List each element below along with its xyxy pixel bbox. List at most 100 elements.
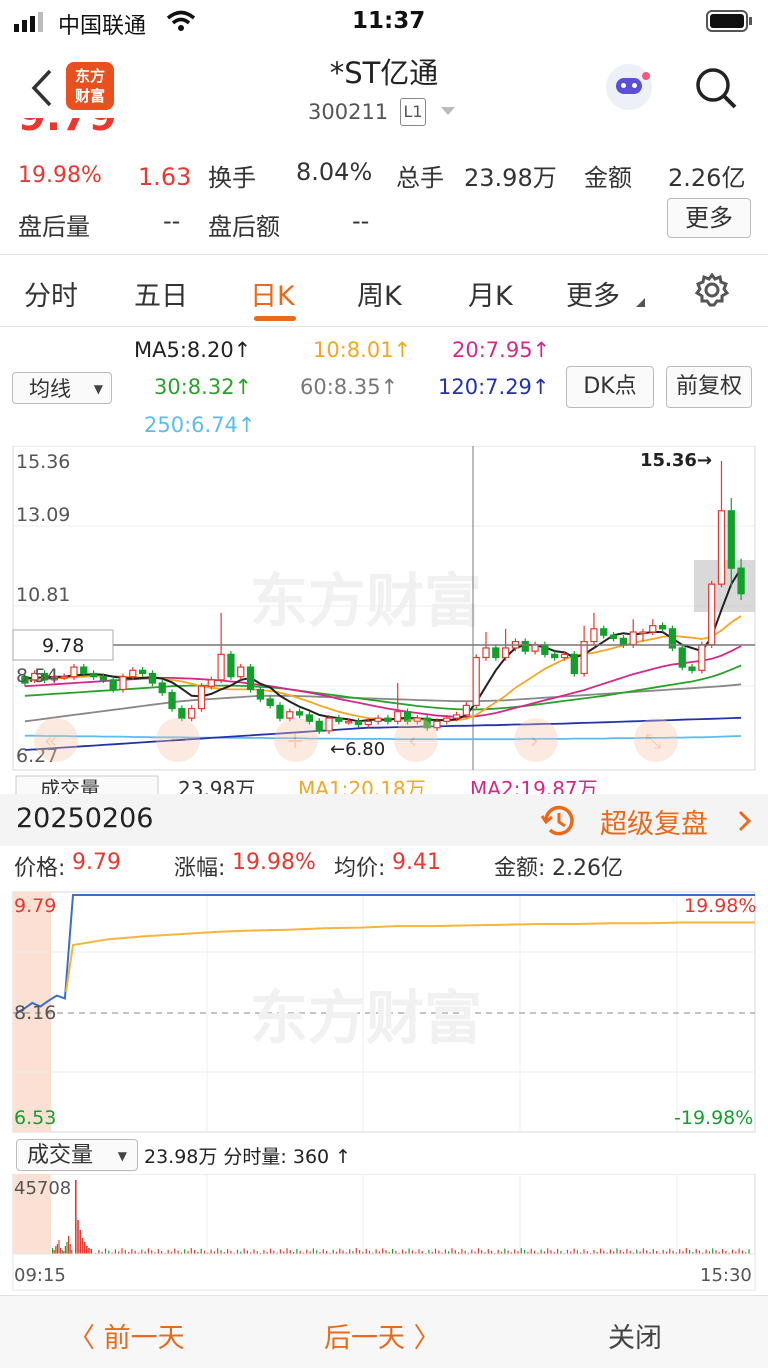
- turnover-label: 换手: [208, 164, 256, 192]
- tab-monthly-k[interactable]: 月K: [468, 274, 513, 313]
- volume-bar: [55, 1246, 57, 1254]
- candle: [384, 717, 392, 722]
- volume-bar: [114, 1249, 116, 1254]
- volume-bar: [332, 1249, 334, 1254]
- candle: [129, 669, 137, 678]
- volume-bar: [504, 1248, 506, 1254]
- detail-avg: 9.41: [392, 850, 441, 875]
- tab-intraday[interactable]: 分时: [24, 274, 78, 313]
- candle: [443, 717, 451, 722]
- intraday-mid-price: 8.16: [14, 1002, 56, 1024]
- wifi-icon: [166, 10, 196, 31]
- volume-bar: [66, 1242, 68, 1254]
- search-icon[interactable]: [694, 66, 738, 110]
- volume-bar: [104, 1248, 107, 1254]
- volume-bar: [487, 1249, 489, 1254]
- kline-chart[interactable]: 东方财富 9.78 15.36 13.09 10.81 8.54 6.27 15…: [0, 446, 768, 798]
- dk-point-button[interactable]: DK点: [566, 366, 654, 408]
- adjust-button[interactable]: 前复权: [666, 366, 752, 408]
- settings-gear-icon[interactable]: [694, 272, 730, 308]
- after-volume-value: --: [163, 207, 181, 235]
- volume-bar: [359, 1250, 361, 1254]
- chevron-right-icon[interactable]: [738, 810, 752, 832]
- more-corner-icon: [636, 298, 645, 307]
- volume-bar: [540, 1249, 542, 1254]
- volume-bar: [121, 1248, 123, 1254]
- history-clock-icon[interactable]: [540, 802, 578, 840]
- more-quote-button[interactable]: 更多: [667, 198, 751, 238]
- volume-bar: [83, 1242, 86, 1254]
- close-button[interactable]: 关闭: [608, 1316, 662, 1355]
- candle: [462, 704, 471, 716]
- low-marker: ←6.80: [330, 739, 385, 760]
- candle: [60, 676, 68, 679]
- volume-bar: [530, 1248, 532, 1254]
- candle: [364, 720, 372, 726]
- intraday-top-pct: 19.98%: [684, 895, 756, 917]
- candle: [521, 640, 529, 652]
- candle: [394, 711, 402, 722]
- intraday-chart[interactable]: 东方财富 9.79 8.16 6.53 19.98% -19.98%: [0, 890, 768, 1136]
- ma60-value: 60:8.35↑: [300, 375, 399, 399]
- kline-watermark: 东方财富: [250, 567, 482, 635]
- volume-chart[interactable]: 45708 09:15 15:30: [0, 1174, 768, 1292]
- candle: [256, 688, 265, 700]
- volume-bar: [550, 1250, 552, 1254]
- svg-text:⤡: ⤡: [645, 729, 661, 753]
- volume-value: 23.98万: [464, 164, 557, 192]
- candle: [600, 628, 608, 636]
- volume-bar: [151, 1250, 153, 1254]
- high-marker: 15.36→: [640, 450, 712, 471]
- volume-bar: [269, 1248, 272, 1254]
- divider: [0, 254, 768, 255]
- tab-more[interactable]: 更多: [566, 274, 620, 313]
- prev-day-button[interactable]: 〈 前一天: [68, 1316, 185, 1355]
- candle: [295, 711, 304, 716]
- candle: [717, 510, 726, 585]
- volume-bar: [316, 1250, 318, 1254]
- dk-point-label: DK点: [583, 374, 637, 399]
- detail-avg-label: 均价:: [334, 856, 386, 881]
- volume-bar: [64, 1246, 66, 1254]
- next-day-button[interactable]: 后一天 〉: [324, 1316, 441, 1355]
- dropdown-arrow-icon[interactable]: [440, 106, 456, 116]
- volume-bar: [451, 1248, 453, 1254]
- volume-bar: [616, 1248, 618, 1254]
- volume-selector[interactable]: 成交量 ▼: [16, 1139, 138, 1171]
- volume-bar: [56, 1244, 58, 1254]
- volume-selector-label: 成交量: [27, 1143, 94, 1168]
- after-volume-label: 盘后量: [18, 213, 90, 241]
- time-start: 09:15: [14, 1265, 66, 1286]
- svg-text:−: −: [169, 728, 187, 753]
- candle: [609, 634, 618, 639]
- time-end: 15:30: [700, 1265, 752, 1286]
- volume-bar: [60, 1248, 62, 1254]
- volume-bar: [52, 1248, 54, 1254]
- volume-bar: [263, 1249, 265, 1254]
- candle: [109, 679, 117, 691]
- candle: [727, 510, 735, 569]
- tab-five-day[interactable]: 五日: [134, 274, 188, 313]
- volume-bar: [157, 1249, 159, 1254]
- ma-selector[interactable]: 均线 ▼: [12, 372, 112, 404]
- candle: [148, 672, 157, 684]
- super-replay-link[interactable]: 超级复盘: [600, 802, 708, 841]
- signal-icon: [14, 12, 43, 32]
- candle: [197, 685, 206, 710]
- candle: [560, 653, 569, 659]
- candle: [374, 717, 382, 722]
- candle: [678, 647, 686, 668]
- volume-bar: [411, 1250, 413, 1254]
- tab-daily-k[interactable]: 日K: [250, 274, 295, 313]
- volume-bar: [108, 1250, 110, 1254]
- candle: [658, 625, 667, 630]
- volume-bar: [428, 1249, 430, 1254]
- volume-bar: [322, 1249, 324, 1254]
- volume-bar: [184, 1249, 186, 1254]
- tab-weekly-k[interactable]: 周K: [357, 274, 402, 313]
- volume-bar: [349, 1249, 351, 1254]
- assistant-avatar-icon[interactable]: [606, 64, 652, 110]
- candle: [433, 720, 441, 729]
- volume-bar: [220, 1250, 222, 1254]
- candle: [138, 669, 147, 675]
